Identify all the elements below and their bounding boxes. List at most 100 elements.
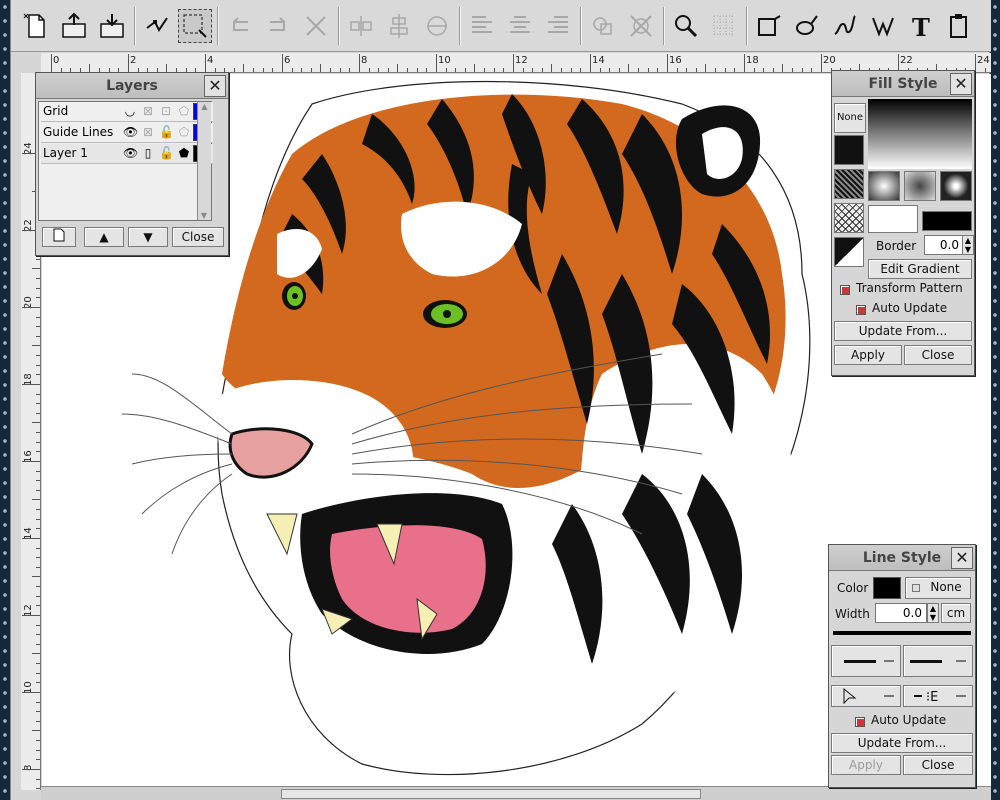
freehand-icon[interactable]: [826, 5, 864, 47]
ruler-tick: [647, 68, 649, 72]
layers-panel: Layers ✕ Grid ◡ ⊠ ⊡ ⬠ Guide Lines 👁 ⊠ 🔓 …: [35, 72, 229, 256]
fill-close-icon[interactable]: ✕: [950, 73, 972, 95]
ruler-tick: [36, 287, 40, 289]
ruler-tick: [301, 68, 303, 72]
line-none-button[interactable]: None: [905, 577, 971, 599]
line-cap-select[interactable]: [831, 645, 901, 677]
fill-none-button[interactable]: None: [834, 103, 866, 133]
line-apply-button[interactable]: Apply: [831, 755, 901, 775]
line-close-icon[interactable]: ✕: [951, 547, 973, 569]
group-icon[interactable]: [584, 5, 622, 47]
fill-gradient-radial-swatch[interactable]: [904, 171, 936, 201]
ellipse-icon[interactable]: [788, 5, 826, 47]
undo-icon[interactable]: [221, 5, 259, 47]
edit-gradient-button[interactable]: Edit Gradient: [868, 259, 972, 279]
outline-icon[interactable]: ⬟: [177, 146, 191, 160]
layer-row-guide-lines[interactable]: Guide Lines 👁 ⊠ 🔓 ⬠: [41, 123, 213, 143]
new-layer-button[interactable]: [42, 227, 76, 247]
ruler-tick: [580, 68, 582, 72]
layer-name: Grid: [43, 104, 69, 118]
ruler-tick: [36, 412, 40, 414]
transform-pattern-checkbox[interactable]: [840, 285, 850, 295]
eye-icon[interactable]: 👁: [123, 146, 138, 160]
border-spin[interactable]: ▲ ▼: [962, 235, 974, 255]
redo-icon[interactable]: [259, 5, 297, 47]
line-auto-update-checkbox[interactable]: [855, 717, 865, 727]
distribute-icon[interactable]: [463, 5, 501, 47]
ruler-tick: [36, 759, 40, 761]
line-join-select[interactable]: [903, 645, 973, 677]
print-icon[interactable]: ▯: [141, 146, 155, 160]
align-vertical-icon[interactable]: [418, 5, 456, 47]
fill-close-button[interactable]: Close: [904, 345, 972, 365]
ruler-tick: [272, 68, 274, 72]
fill-update-from-button[interactable]: Update From...: [834, 321, 972, 341]
line-color-swatch[interactable]: [873, 577, 901, 599]
outline-icon[interactable]: ⬠: [177, 125, 191, 139]
border-value-field[interactable]: 0.0: [924, 235, 964, 255]
layer-up-button[interactable]: ▲: [84, 227, 124, 247]
layer-row-grid[interactable]: Grid ◡ ⊠ ⊡ ⬠: [41, 102, 213, 122]
layers-scrollbar[interactable]: ▲ ▼: [197, 102, 211, 220]
clipboard-icon[interactable]: [940, 5, 978, 47]
fill-color-white[interactable]: [868, 205, 918, 233]
text-icon[interactable]: T: [902, 5, 940, 47]
fill-gradient-linear-swatch[interactable]: [868, 171, 900, 201]
horizontal-scroll-thumb[interactable]: [281, 789, 701, 799]
arrow-start-select[interactable]: [831, 685, 901, 707]
fill-apply-button[interactable]: Apply: [834, 345, 902, 365]
grid-icon[interactable]: [705, 5, 743, 47]
fill-auto-update-checkbox[interactable]: [856, 305, 866, 315]
print-icon[interactable]: ⊠: [141, 125, 155, 139]
fill-color-black[interactable]: [922, 211, 972, 231]
fill-triangle-swatch[interactable]: [834, 237, 864, 267]
ungroup-icon[interactable]: [622, 5, 660, 47]
ruler-tick: [89, 64, 91, 72]
line-update-from-button[interactable]: Update From...: [831, 733, 973, 753]
width-spin[interactable]: ▲ ▼: [927, 603, 939, 623]
bezier-icon[interactable]: [864, 5, 902, 47]
fill-pattern-swatch[interactable]: [834, 203, 864, 233]
ruler-tick: [36, 297, 40, 299]
align-icon[interactable]: [342, 5, 380, 47]
layer-down-button[interactable]: ▼: [128, 227, 168, 247]
visible-icon[interactable]: ◡: [123, 104, 137, 118]
ruler-tick: [772, 68, 774, 72]
layers-close-button[interactable]: Close: [172, 227, 224, 247]
ruler-tick: [349, 68, 351, 72]
import-icon[interactable]: [93, 5, 131, 47]
fill-gradient-conical-swatch[interactable]: [940, 171, 972, 201]
layers-close-icon[interactable]: ✕: [204, 75, 226, 97]
ruler-tick: [744, 54, 745, 72]
delete-icon[interactable]: [297, 5, 335, 47]
lock-icon[interactable]: ⊡: [159, 104, 173, 118]
rectangle-icon[interactable]: [750, 5, 788, 47]
node-edit-icon[interactable]: [138, 5, 176, 47]
new-icon[interactable]: [17, 5, 55, 47]
zoom-icon[interactable]: [667, 5, 705, 47]
layer-row-layer-1[interactable]: Layer 1 👁 ▯ 🔓 ⬟: [41, 144, 213, 164]
outline-icon[interactable]: ⬠: [177, 104, 191, 118]
fill-solid-swatch[interactable]: [834, 135, 864, 165]
horizontal-scrollbar[interactable]: [41, 786, 991, 800]
print-icon[interactable]: ⊠: [141, 104, 155, 118]
unit-select[interactable]: cm: [941, 603, 971, 623]
lock-icon[interactable]: 🔓: [159, 146, 174, 160]
ruler-tick: [36, 605, 40, 607]
eye-icon[interactable]: 👁: [123, 125, 138, 139]
lock-icon[interactable]: 🔓: [159, 125, 174, 139]
fill-hatch-swatch[interactable]: [834, 169, 864, 199]
layer-name: Guide Lines: [43, 125, 114, 139]
ruler-tick: [166, 64, 168, 72]
fill-style-panel: Fill Style ✕ None Border 0.0 ▲ ▼ Edit Gra…: [831, 70, 975, 376]
open-icon[interactable]: [55, 5, 93, 47]
line-close-button[interactable]: Close: [903, 755, 973, 775]
line-width-field[interactable]: 0.0: [875, 603, 927, 623]
align-center-icon[interactable]: [380, 5, 418, 47]
transform-pattern-label: Transform Pattern: [856, 281, 963, 295]
drawing-app-window: T 0 2 4 6 8 10 12 14 16 18 20 22 24 24 22 20 18 16 14 12 10…: [10, 0, 991, 800]
distribute-right-icon[interactable]: [539, 5, 577, 47]
distribute-center-icon[interactable]: [501, 5, 539, 47]
dash-style-select[interactable]: ⁝E: [903, 685, 973, 707]
select-rect-icon[interactable]: [178, 8, 212, 43]
